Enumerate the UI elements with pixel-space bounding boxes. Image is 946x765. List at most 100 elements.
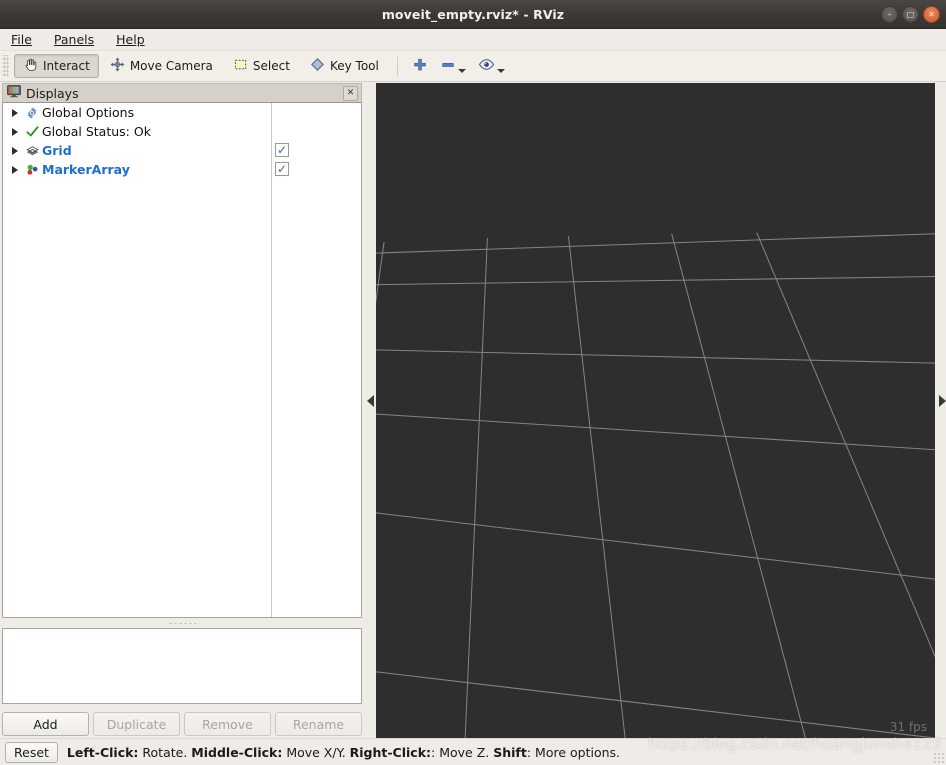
duplicate-button[interactable]: Duplicate [93,712,180,736]
minimize-icon: – [887,9,892,19]
view-tool-button[interactable] [473,54,510,78]
rename-button-label: Rename [292,716,345,732]
display-description-box [2,628,362,704]
title-bar: moveit_empty.rviz* - RViz – □ ✕ [0,0,946,29]
fps-counter: 31 fps [889,720,927,734]
hint-action-left: Rotate. [138,744,192,760]
menu-file[interactable]: File [8,31,35,48]
right-splitter[interactable] [935,82,946,738]
tree-label-markerarray: MarkerArray [42,162,130,177]
checkbox-grid[interactable]: ✓ [275,143,289,157]
tool-interact-label: Interact [43,59,90,73]
tree-column-separator [271,103,272,617]
add-button-label: Add [33,716,58,732]
displays-panel: Displays ✕ Global Options Global Status:… [0,82,366,738]
duplicate-button-label: Duplicate [106,716,167,732]
minimize-button[interactable]: – [881,6,898,23]
toolbar-grip[interactable] [2,55,9,77]
hand-icon [23,57,38,75]
collapse-left-arrow-icon[interactable] [367,395,374,407]
grid-icon [22,144,42,158]
monitor-icon [7,85,21,101]
toolbar-separator [396,56,398,76]
displays-title-bar: Displays ✕ [2,83,362,102]
gear-icon [22,106,42,120]
remove-tool-button[interactable] [435,54,471,78]
tool-interact[interactable]: Interact [14,54,99,78]
window-title: moveit_empty.rviz* - RViz [381,6,565,22]
hint-key-left: Left-Click: [66,744,139,760]
expander-global-options[interactable] [7,108,22,117]
3d-viewport[interactable]: 31 fps [376,83,935,738]
hint-action-right: : Move Z. [431,744,494,760]
main-body: Displays ✕ Global Options Global Status:… [0,82,946,738]
expander-grid[interactable] [7,146,22,155]
menu-file-label: File [11,32,32,47]
grid-render [376,83,935,738]
tree-row-markerarray[interactable]: MarkerArray ✓ [3,160,361,179]
key-tool-icon [310,57,325,75]
displays-close-icon[interactable]: ✕ [343,86,358,101]
reset-button[interactable]: Reset [5,741,58,763]
menu-panels[interactable]: Panels [51,31,97,48]
add-tool-button[interactable] [407,54,433,78]
tree-row-grid[interactable]: Grid ✓ [3,141,361,160]
status-bar: Reset Left-Click: Rotate. Middle-Click: … [0,738,946,765]
tree-label-global-options: Global Options [42,105,135,120]
check-glyph-grid: ✓ [276,143,288,157]
displays-title: Displays [26,85,79,101]
left-splitter[interactable] [366,82,376,738]
tool-key-tool-label: Key Tool [329,59,379,73]
move-camera-icon [110,57,125,75]
checkbox-markerarray[interactable]: ✓ [275,162,289,176]
remove-button[interactable]: Remove [184,712,271,736]
plus-icon [412,57,428,76]
tree-label-grid: Grid [42,143,72,158]
tool-bar: Interact Move Camera Select Key Tool [0,51,946,82]
add-button[interactable]: Add [2,712,89,736]
tool-select[interactable]: Select [224,54,299,78]
chevron-down-icon[interactable] [457,68,466,73]
close-button[interactable]: ✕ [923,6,940,23]
tool-move-camera[interactable]: Move Camera [101,54,222,78]
displays-dock: Displays ✕ Global Options Global Status:… [2,83,362,618]
tool-move-camera-label: Move Camera [129,59,213,73]
tool-select-label: Select [252,59,290,73]
hint-key-middle: Middle-Click: [191,744,283,760]
close-icon: ✕ [928,9,935,19]
tree-row-global-options[interactable]: Global Options [3,103,361,122]
eye-icon [478,57,495,75]
status-hint-text: Left-Click: Rotate. Middle-Click: Move X… [67,745,620,760]
menu-help[interactable]: Help [113,31,148,48]
tree-row-global-status[interactable]: Global Status: Ok [3,122,361,141]
minus-icon [440,57,456,76]
maximize-button[interactable]: □ [902,6,919,23]
rename-button[interactable]: Rename [275,712,362,736]
displays-button-row: Add Duplicate Remove Rename [2,712,362,736]
maximize-icon: □ [906,9,915,19]
tree-label-global-status: Global Status: Ok [42,124,151,139]
hint-action-middle: Move X/Y. [282,744,350,760]
remove-button-label: Remove [202,716,253,732]
expander-markerarray[interactable] [7,165,22,174]
expander-global-status[interactable] [7,127,22,136]
tool-key-tool[interactable]: Key Tool [301,54,388,78]
panel-splitter[interactable] [2,618,362,628]
reset-button-label: Reset [14,744,49,760]
collapse-right-arrow-icon[interactable] [939,395,946,407]
displays-close-glyph: ✕ [346,88,355,98]
window-controls: – □ ✕ [881,0,940,29]
splitter-grip [168,621,196,625]
check-glyph-markerarray: ✓ [276,162,288,176]
displays-tree[interactable]: Global Options Global Status: Ok Grid ✓ … [2,102,362,618]
check-icon [22,125,42,139]
render-area: 31 fps [376,82,935,738]
hint-key-right: Right-Click: [349,744,432,760]
menu-bar: File Panels Help [0,29,946,51]
chevron-down-icon-2[interactable] [496,68,505,73]
rviz-window: moveit_empty.rviz* - RViz – □ ✕ File Pan… [0,0,946,765]
markers-icon [22,163,42,177]
hint-action-shift: : More options. [526,744,621,760]
menu-help-label: Help [116,32,145,47]
resize-grip[interactable] [933,752,944,763]
